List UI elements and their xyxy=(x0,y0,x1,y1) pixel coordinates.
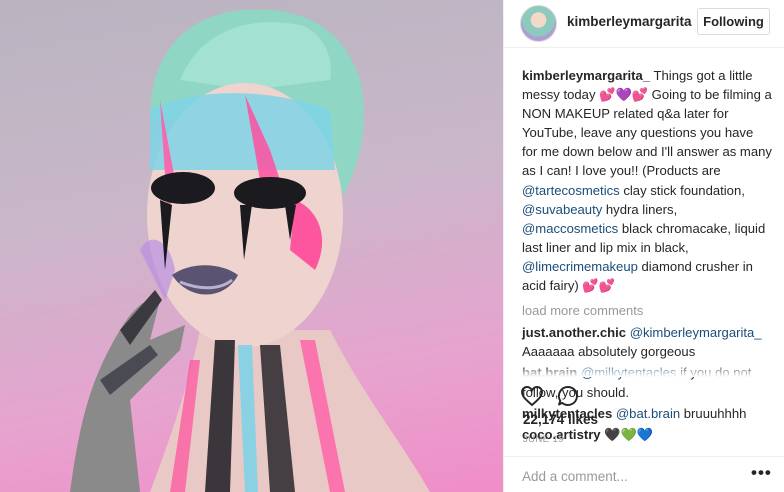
mention-link[interactable]: @limecrimemakeup xyxy=(522,259,638,274)
like-count[interactable]: 22,174 likes xyxy=(523,412,598,427)
mention-link[interactable]: @tartecosmetics xyxy=(522,183,620,198)
post-header: kimberleymargarita Following xyxy=(504,0,784,48)
heart-icon[interactable] xyxy=(520,384,544,408)
load-more-comments-link[interactable]: load more comments xyxy=(522,301,772,320)
header-username[interactable]: kimberleymargarita xyxy=(567,14,692,29)
mention-link[interactable]: @bat.brain xyxy=(616,406,680,421)
instagram-post: kimberleymargarita Following kimberleyma… xyxy=(0,0,784,492)
comment-text: clay stick foundation, xyxy=(619,182,745,198)
avatar[interactable] xyxy=(520,5,557,42)
comment-text: bruuuhhhh xyxy=(680,405,747,421)
comment-bubble-icon[interactable] xyxy=(556,384,580,408)
action-bar xyxy=(520,384,580,410)
comment-text: Things got a little messy today 💕💜💕 Goin… xyxy=(522,68,772,179)
add-comment-input[interactable] xyxy=(522,466,742,486)
post-sidebar: kimberleymargarita Following kimberleyma… xyxy=(503,0,784,492)
comments-fade xyxy=(504,363,784,377)
mention-link[interactable]: @maccosmetics xyxy=(522,221,618,236)
post-caption: kimberleymargarita_ Things got a little … xyxy=(522,66,772,295)
caption-username[interactable]: kimberleymargarita_ xyxy=(522,68,650,83)
comment-bar: ••• xyxy=(504,456,784,492)
comment-text: 🖤💚💙 xyxy=(604,426,654,442)
more-options-icon[interactable]: ••• xyxy=(751,463,772,483)
comment-text: hydra liners, xyxy=(602,201,678,217)
post-date[interactable]: JUNE 19 xyxy=(523,434,564,445)
mention-link[interactable]: @suvabeauty xyxy=(522,202,602,217)
comment-username[interactable]: just.another.chic xyxy=(522,325,626,340)
post-photo[interactable] xyxy=(0,0,503,492)
following-button[interactable]: Following xyxy=(697,8,770,35)
comment-item: just.another.chic @kimberleymargarita_ A… xyxy=(522,323,772,361)
mention-link[interactable]: @kimberleymargarita_ xyxy=(630,325,762,340)
post-photo-illustration xyxy=(70,9,430,492)
comment-text: Aaaaaaa absolutely gorgeous xyxy=(522,344,696,360)
